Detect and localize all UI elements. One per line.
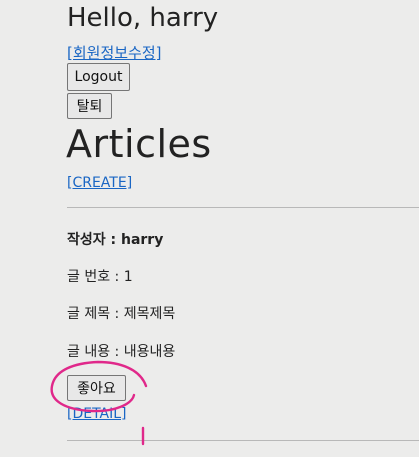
article-number: 글 번호 : 1 xyxy=(67,269,133,285)
divider xyxy=(67,440,419,441)
article-author: 작성자 : harry xyxy=(67,232,164,248)
edit-profile-link[interactable]: [회원정보수정] xyxy=(67,42,162,63)
article-detail-link[interactable]: [DETAIL] xyxy=(67,406,127,422)
withdraw-button[interactable]: 탈퇴 xyxy=(67,93,112,119)
pen-annotation xyxy=(50,360,148,446)
article-title: 글 제목 : 제목제목 xyxy=(67,306,176,322)
logout-button[interactable]: Logout xyxy=(67,63,130,91)
divider xyxy=(67,207,419,208)
create-article-link[interactable]: [CREATE] xyxy=(67,175,132,191)
page-title: Articles xyxy=(66,122,212,166)
greeting-heading: Hello, harry xyxy=(67,3,219,33)
like-button[interactable]: 좋아요 xyxy=(67,375,126,401)
article-content: 글 내용 : 내용내용 xyxy=(67,344,176,360)
